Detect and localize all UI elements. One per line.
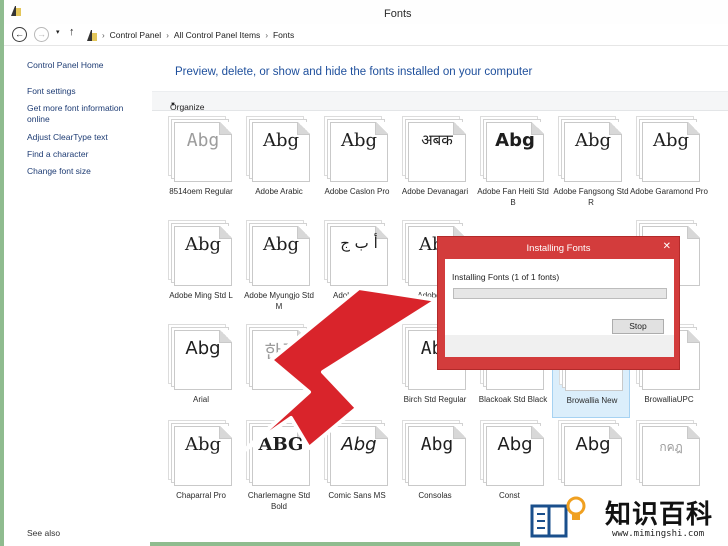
font-tile[interactable]: Abg Consolas [396, 416, 474, 514]
font-name: Adobe Garamond Pro [630, 187, 708, 196]
font-sample: ABG [258, 434, 304, 455]
breadcrumb-all-items[interactable]: All Control Panel Items [174, 30, 260, 40]
font-sample: Abg [340, 130, 378, 151]
font-sample: กคฎ [659, 440, 683, 454]
font-tile[interactable]: अबक Adobe Devanagari [396, 112, 474, 210]
fonts-location-icon [87, 29, 97, 41]
font-tile[interactable]: Abg Adobe Arabic [240, 112, 318, 210]
font-name: Adobe Myungjo Std M [244, 291, 314, 311]
back-button[interactable]: ← [12, 27, 27, 42]
watermark-brand: 知识百科 [605, 500, 714, 530]
font-sample: Abg [184, 234, 222, 255]
install-progress-bar [453, 288, 667, 299]
font-name: BrowalliaUPC [644, 395, 694, 404]
font-name: Birch Std Regular [403, 395, 467, 404]
font-name: Charlemagne Std Bold [247, 491, 311, 511]
watermark: 知识百科 www.mimingshi.com [520, 488, 728, 546]
font-name: Browallia New [566, 396, 618, 405]
book-lightbulb-logo-icon [530, 496, 586, 538]
font-name: Adobe Naskh Medium [332, 291, 382, 311]
font-tile[interactable]: 한글 [240, 320, 318, 418]
font-tile[interactable]: Abg Arial [162, 320, 240, 418]
page-heading: Preview, delete, or show and hide the fo… [175, 66, 533, 78]
font-tile[interactable]: Abg Adobe Garamond Pro [630, 112, 708, 210]
font-name: 8514oem Regular [169, 187, 233, 196]
title-bar: Fonts [4, 0, 728, 24]
font-name: Adobe Devanagari [401, 187, 469, 196]
sidebar-link-find-character[interactable]: Find a character [27, 149, 88, 160]
font-tile[interactable]: Abg Adobe Fan Heiti Std B [474, 112, 552, 210]
font-tile[interactable]: ABG Charlemagne Std Bold [240, 416, 318, 514]
back-arrow-icon: ← [15, 29, 24, 39]
breadcrumb-separator-icon: › [265, 30, 268, 40]
sidebar-link-font-settings[interactable]: Font settings [27, 86, 76, 97]
see-also-label: See also [27, 528, 61, 538]
font-tile[interactable]: Abg Adobe Fangsong Std R [552, 112, 630, 210]
font-sample: Abg [262, 234, 300, 255]
font-sample: Abg [495, 130, 535, 151]
sidebar-link-font-info[interactable]: Get more font information online [27, 103, 145, 125]
font-name: Blackoak Std Black [478, 395, 548, 404]
font-tile[interactable]: Abg Adobe Myungjo Std M [240, 216, 318, 314]
font-name: Arial [192, 395, 209, 404]
dialog-footer [445, 335, 674, 357]
font-tile[interactable]: Abg Adobe Caslon Pro [318, 112, 396, 210]
sidebar-link-font-size[interactable]: Change font size [27, 166, 91, 177]
font-sample: 한글 [264, 342, 298, 363]
font-sample: Abg [184, 434, 222, 455]
font-name: Adobe Caslon Pro [324, 187, 390, 196]
font-sample: Abg [186, 130, 220, 151]
font-sample: Abg [341, 434, 377, 455]
up-arrow-icon[interactable]: ↑ [69, 26, 75, 38]
font-name: Adobe Fan Heiti Std B [477, 187, 549, 207]
watermark-url: www.mimingshi.com [612, 529, 705, 539]
recent-locations-chevron-icon[interactable]: ▾ [56, 28, 60, 36]
close-icon[interactable]: ✕ [663, 241, 671, 252]
command-bar: Organize ▼ [152, 91, 728, 112]
sidebar-link-control-panel-home[interactable]: Control Panel Home [27, 60, 104, 71]
font-name: Comic Sans MS [328, 491, 386, 500]
installing-fonts-dialog: Installing Fonts ✕ Installing Fonts (1 o… [437, 236, 680, 370]
breadcrumb-separator-icon: › [102, 30, 105, 40]
font-sample: أ ب ج [340, 234, 378, 252]
font-name: Chaparral Pro [176, 491, 226, 500]
font-sample: अबक [421, 131, 453, 149]
font-sample: Abg [185, 338, 221, 359]
font-sample: Abg [652, 130, 690, 151]
forward-arrow-icon: → [37, 29, 46, 39]
font-tile[interactable]: Abg Chaparral Pro [162, 416, 240, 514]
window-title: Fonts [384, 8, 412, 20]
dropdown-arrow-icon: ▼ [170, 102, 176, 108]
address-bar[interactable]: ← → ▾ ↑ › Control Panel › All Control Pa… [4, 24, 728, 46]
font-sample: Abg [262, 130, 300, 151]
font-sample: Abg [497, 434, 533, 455]
font-tile[interactable]: Abg Comic Sans MS [318, 416, 396, 514]
font-name: Adobe Ming Std L [169, 291, 233, 300]
breadcrumb-separator-icon: › [166, 30, 169, 40]
font-sample: Abg [575, 434, 611, 455]
font-sample: Abg [574, 130, 612, 151]
stop-button[interactable]: Stop [612, 319, 664, 334]
font-name: Adobe Arabic [255, 187, 303, 196]
font-name: Adobe Fangsong Std R [553, 187, 629, 207]
sidebar-link-cleartype[interactable]: Adjust ClearType text [27, 132, 108, 143]
font-sample: Abg [420, 434, 454, 455]
install-status-text: Installing Fonts (1 of 1 fonts) [452, 272, 560, 282]
forward-button[interactable]: → [34, 27, 49, 42]
breadcrumb: › Control Panel › All Control Panel Item… [87, 27, 294, 43]
dialog-title: Installing Fonts [526, 243, 591, 254]
font-name: Consolas [418, 491, 452, 500]
font-tile[interactable]: أ ب ج Adobe Naskh Medium [318, 216, 396, 314]
font-tile[interactable]: Abg 8514oem Regular [162, 112, 240, 210]
breadcrumb-fonts[interactable]: Fonts [273, 30, 294, 40]
breadcrumb-control-panel[interactable]: Control Panel [110, 30, 162, 40]
sidebar: Control Panel Home Font settings Get mor… [4, 46, 150, 546]
font-tile[interactable]: Abg Adobe Ming Std L [162, 216, 240, 314]
